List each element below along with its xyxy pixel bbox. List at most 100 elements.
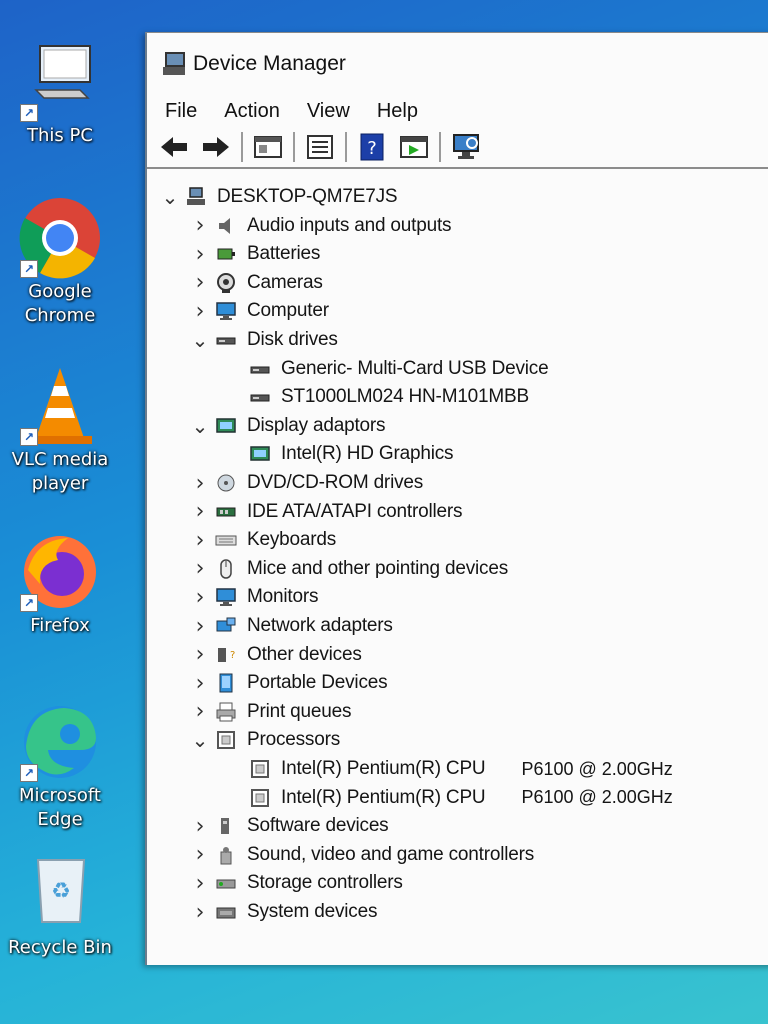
device-category[interactable]: › System devices (187, 898, 378, 926)
chevron-right-icon[interactable]: › (187, 585, 213, 610)
scan-hardware-button[interactable] (447, 130, 485, 164)
chevron-down-icon[interactable]: ⌄ (187, 730, 213, 750)
chevron-right-icon[interactable]: › (187, 614, 213, 639)
device-category[interactable]: › Monitors (187, 583, 319, 611)
device-category[interactable]: › Computer (187, 297, 329, 325)
console-tree-icon (307, 135, 333, 159)
device-category[interactable]: › Keyboards (187, 526, 337, 554)
device-item[interactable]: Generic- Multi-Card USB Device (247, 355, 549, 383)
category-label: Network adapters (247, 615, 393, 636)
device-manager-icon (163, 52, 185, 76)
chevron-right-icon[interactable]: › (187, 699, 213, 724)
console-tree-button[interactable] (301, 130, 339, 164)
device-category[interactable]: › Cameras (187, 269, 323, 297)
network-adapter-icon (213, 615, 239, 637)
desktop-icon-label: Google (28, 281, 92, 302)
menu-action[interactable]: Action (224, 100, 280, 123)
desktop-icon-label: Edge (37, 809, 83, 830)
menu-view[interactable]: View (307, 100, 350, 123)
display-adapter-icon (247, 443, 273, 465)
properties-button[interactable] (249, 130, 287, 164)
device-item[interactable]: ST1000LM024 HN-M101MBB (247, 383, 529, 411)
device-category[interactable]: › Portable Devices (187, 669, 388, 697)
chevron-right-icon[interactable]: › (187, 871, 213, 896)
chevron-right-icon[interactable]: › (187, 528, 213, 553)
chevron-right-icon[interactable]: › (187, 499, 213, 524)
chevron-right-icon[interactable]: › (187, 642, 213, 667)
device-label: ST1000LM024 HN-M101MBB (281, 386, 529, 408)
menu-bar: File Action View Help (147, 95, 768, 127)
mouse-icon (213, 558, 239, 580)
device-category[interactable]: › Audio inputs and outputs (187, 212, 452, 240)
monitor-icon (213, 586, 239, 608)
device-item[interactable]: Intel(R) HD Graphics (247, 440, 454, 468)
portable-device-icon (213, 672, 239, 694)
computer-root-icon (183, 186, 209, 208)
help-button[interactable]: ? (353, 130, 391, 164)
toolbar: ? (147, 127, 768, 169)
chevron-right-icon[interactable]: › (187, 213, 213, 238)
device-label: Generic- Multi-Card USB Device (281, 357, 549, 379)
chevron-right-icon[interactable]: › (187, 671, 213, 696)
chevron-right-icon[interactable]: › (187, 900, 213, 925)
device-category[interactable]: › Mice and other pointing devices (187, 555, 509, 583)
chevron-right-icon[interactable]: › (187, 471, 213, 496)
device-manager-window: Device Manager File Action View Help ? ⌄… (145, 32, 768, 965)
category-label: Batteries (247, 243, 321, 265)
device-category[interactable]: › DVD/CD-ROM drives (187, 469, 424, 497)
edge-icon: ↗ (18, 700, 102, 784)
desktop-icon-chrome[interactable]: ↗ Google Chrome (2, 196, 118, 328)
device-item[interactable]: Intel(R) Pentium(R) CPU P6100 @ 2.00GHz (247, 784, 673, 812)
desktop-icon-recycle-bin[interactable]: ♻ Recycle Bin (2, 852, 118, 960)
chevron-right-icon[interactable]: › (187, 814, 213, 839)
device-category[interactable]: › Sound, video and game controllers (187, 841, 535, 869)
dvd-drive-icon (213, 472, 239, 494)
desktop-icon-this-pc[interactable]: ↗ This PC (2, 40, 118, 148)
device-category[interactable]: ⌄ Processors (187, 726, 341, 754)
device-label: Intel(R) Pentium(R) CPU (281, 786, 486, 808)
chevron-right-icon[interactable]: › (187, 842, 213, 867)
category-label: Display adaptors (247, 414, 386, 436)
chevron-right-icon[interactable]: › (187, 556, 213, 581)
device-category[interactable]: › Batteries (187, 240, 321, 268)
device-category[interactable]: ›? Other devices (187, 641, 362, 669)
device-label: Intel(R) HD Graphics (281, 443, 454, 465)
desktop-icon-vlc[interactable]: ↗ VLC media player (2, 364, 118, 496)
desktop-icon-edge[interactable]: ↗ Microsoft Edge (2, 700, 118, 832)
device-category[interactable]: › Network adapters (187, 612, 393, 640)
chevron-right-icon[interactable]: › (187, 270, 213, 295)
device-category[interactable]: › Print queues (187, 698, 352, 726)
title-bar[interactable]: Device Manager (147, 33, 768, 95)
device-item[interactable]: Intel(R) Pentium(R) CPU P6100 @ 2.00GHz (247, 755, 673, 783)
menu-help[interactable]: Help (377, 100, 418, 123)
run-icon (400, 136, 428, 158)
back-button[interactable] (155, 130, 193, 164)
chevron-down-icon[interactable]: ⌄ (187, 416, 213, 436)
category-label: Other devices (247, 643, 362, 665)
category-label: Processors (247, 729, 341, 751)
svg-text:♻: ♻ (51, 879, 71, 904)
toolbar-separator (241, 132, 243, 162)
device-category[interactable]: › Storage controllers (187, 869, 403, 897)
desktop-icon-firefox[interactable]: ↗ Firefox (2, 530, 118, 638)
processor-icon (247, 758, 273, 780)
window-title: Device Manager (193, 52, 346, 75)
chevron-right-icon[interactable]: › (187, 299, 213, 324)
device-category[interactable]: › IDE ATA/ATAPI controllers (187, 498, 463, 526)
menu-file[interactable]: File (165, 100, 197, 123)
printer-icon (213, 701, 239, 723)
device-category[interactable]: ⌄ DESKTOP-QM7E7JS (157, 183, 398, 211)
category-label: Sound, video and game controllers (247, 843, 535, 865)
chevron-right-icon[interactable]: › (187, 242, 213, 267)
chevron-down-icon[interactable]: ⌄ (187, 330, 213, 350)
category-label: Software devices (247, 815, 389, 837)
forward-button[interactable] (197, 130, 235, 164)
chevron-down-icon[interactable]: ⌄ (157, 187, 183, 207)
software-device-icon (213, 815, 239, 837)
firefox-icon: ↗ (18, 530, 102, 614)
device-category[interactable]: ⌄ Display adaptors (187, 412, 386, 440)
display-adapter-icon (213, 415, 239, 437)
device-category[interactable]: › Software devices (187, 812, 389, 840)
device-category[interactable]: ⌄ Disk drives (187, 326, 338, 354)
run-button[interactable] (395, 130, 433, 164)
